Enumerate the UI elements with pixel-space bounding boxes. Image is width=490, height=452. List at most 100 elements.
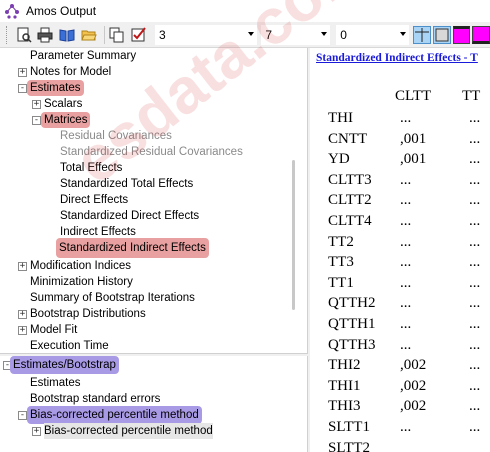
column-header-cltt: CLTT <box>395 88 432 104</box>
tree-item-bootstrap-standard-errors[interactable]: Bootstrap standard errors <box>30 391 160 407</box>
tree-item-bootstrap-distributions[interactable]: Bootstrap Distributions <box>30 306 146 322</box>
chevron-down-icon <box>400 31 407 36</box>
tree-item-matrices[interactable]: Matrices <box>41 112 91 128</box>
table-row-label: SLTT1 <box>328 419 370 435</box>
minus-expander-icon[interactable]: - <box>18 84 27 93</box>
report-pane: Standardized Indirect Effects - T CLTT T… <box>310 48 490 452</box>
tree-item-notes-for-model[interactable]: Notes for Model <box>30 64 111 80</box>
table-cell-tt: ... <box>469 254 481 271</box>
tree-item-estimates-bootstrap[interactable]: Estimates/Bootstrap <box>10 356 119 374</box>
tree-item-model-fit[interactable]: Model Fit <box>30 322 77 338</box>
table-row-label: YD <box>328 151 350 168</box>
table-cell-tt: ... <box>469 213 481 229</box>
plus-expander-icon[interactable]: + <box>18 326 27 335</box>
table-cell-tt: ... <box>469 316 481 332</box>
tree-item-modification-indices[interactable]: Modification Indices <box>30 258 131 274</box>
tree-item-bias-corrected-percentile-method[interactable]: Bias-corrected percentile method <box>27 406 202 424</box>
tree-item-residual-covariances[interactable]: Residual Covariances <box>60 128 172 144</box>
tree-item-direct-effects[interactable]: Direct Effects <box>60 192 128 208</box>
table-row-label: CNTT <box>328 130 368 147</box>
table-row-label: THI <box>328 110 353 126</box>
table-cell-tt: ... <box>469 233 481 250</box>
tree-item-standardized-total-effects[interactable]: Standardized Total Effects <box>60 176 193 192</box>
table-cell-cltt: ,001 <box>400 130 427 147</box>
width-combo-value: 7 <box>265 27 272 42</box>
table-cell-tt: ... <box>469 274 481 291</box>
table-cell-tt: ... <box>469 110 481 126</box>
table-row-label: CLTT3 <box>328 171 372 188</box>
table-cell-cltt: ... <box>400 336 412 353</box>
plus-expander-icon[interactable]: + <box>18 68 27 77</box>
print-preview-button[interactable] <box>14 25 34 45</box>
open-folder-button[interactable] <box>79 25 99 45</box>
table-cell-cltt: ... <box>400 110 412 126</box>
book-icon <box>59 28 75 42</box>
tree-item-parameter-summary[interactable]: Parameter Summary <box>30 48 136 64</box>
plus-expander-icon[interactable]: + <box>32 427 41 436</box>
bootstrap-navigation-tree: - Estimates/Bootstrap Estimates Bootstra… <box>0 356 308 452</box>
tree-item-standardized-direct-effects[interactable]: Standardized Direct Effects <box>60 208 199 224</box>
color-button-2[interactable] <box>472 25 490 44</box>
tree-item-standardized-residual-covariances[interactable]: Standardized Residual Covariances <box>60 144 243 160</box>
table-cell-tt: ... <box>469 357 481 374</box>
table-view-button[interactable] <box>432 25 451 44</box>
table-cell-cltt: ,001 <box>400 151 427 168</box>
table-cell-cltt: ... <box>400 295 412 312</box>
plus-expander-icon[interactable]: + <box>32 100 41 109</box>
tree-item-minimization-history[interactable]: Minimization History <box>30 274 133 290</box>
toolbar-separator <box>103 25 105 44</box>
offset-combo-value: 0 <box>340 27 347 42</box>
table-row-label: CLTT2 <box>328 192 372 209</box>
tree-item-total-effects[interactable]: Total Effects <box>60 160 122 176</box>
table-cell-tt: ... <box>469 377 481 394</box>
print-preview-icon <box>17 27 32 43</box>
table-cell-tt: ... <box>469 295 481 312</box>
toolbar: 3 7 0 <box>0 22 490 48</box>
table-row-label: TT2 <box>328 233 354 250</box>
column-header-tt: TT <box>462 88 481 104</box>
table-row-label: QTTH1 <box>328 316 376 332</box>
plus-expander-icon[interactable]: + <box>18 262 27 271</box>
tree-item-bootstrap-estimates[interactable]: Estimates <box>30 375 81 391</box>
table-row-label: SLTT2 <box>328 439 370 452</box>
table-row-label: TT3 <box>328 254 354 271</box>
table-cell-cltt: ,002 <box>400 377 427 394</box>
print-button[interactable] <box>36 25 56 45</box>
table-row-label: QTTH2 <box>328 295 376 312</box>
table-row-label: THI3 <box>328 398 361 415</box>
table-cell-tt: ... <box>469 192 481 209</box>
toolbar-grip[interactable] <box>6 25 10 44</box>
section-link[interactable]: Standardized Indirect Effects - T <box>316 52 478 64</box>
tree-item-bias-corrected-percentile-method-sub[interactable]: Bias-corrected percentile method <box>44 423 213 439</box>
width-combo[interactable]: 7 <box>261 24 331 45</box>
tree-item-standardized-indirect-effects[interactable]: Standardized Indirect Effects <box>56 238 209 258</box>
offset-combo[interactable]: 0 <box>336 24 410 45</box>
tree-item-summary-of-bootstrap-iterations[interactable]: Summary of Bootstrap Iterations <box>30 290 195 306</box>
color-button-1[interactable] <box>452 25 471 44</box>
grid-cross-icon <box>414 27 429 42</box>
copy-icon <box>109 27 124 42</box>
tree-scrollbar[interactable] <box>292 160 295 310</box>
table-cell-tt: ... <box>469 336 481 353</box>
decimals-combo[interactable]: 3 <box>154 24 258 45</box>
printer-icon <box>37 27 53 42</box>
tree-item-execution-time[interactable]: Execution Time <box>30 338 109 354</box>
table-cell-cltt: ,002 <box>400 398 427 415</box>
minus-expander-icon[interactable]: - <box>18 411 27 420</box>
tree-item-estimates[interactable]: Estimates <box>27 80 84 96</box>
options-button[interactable] <box>129 25 149 45</box>
table-cell-cltt: ... <box>400 274 412 291</box>
plus-expander-icon[interactable]: + <box>18 310 27 319</box>
chevron-down-icon <box>248 31 255 36</box>
table-cell-cltt: ,002 <box>400 357 427 374</box>
minus-expander-icon[interactable]: - <box>32 116 41 125</box>
grid-lines-button[interactable] <box>413 25 431 44</box>
table-cell-cltt: ... <box>400 213 412 229</box>
copy-button[interactable] <box>108 25 128 45</box>
chevron-down-icon <box>321 31 328 36</box>
table-row-label: THI1 <box>328 377 361 394</box>
table-cell-tt: ... <box>469 398 481 415</box>
output-navigation-tree: Parameter Summary + Notes for Model - Es… <box>0 48 308 354</box>
tree-item-scalars[interactable]: Scalars <box>44 96 82 112</box>
book-button[interactable] <box>57 25 77 45</box>
